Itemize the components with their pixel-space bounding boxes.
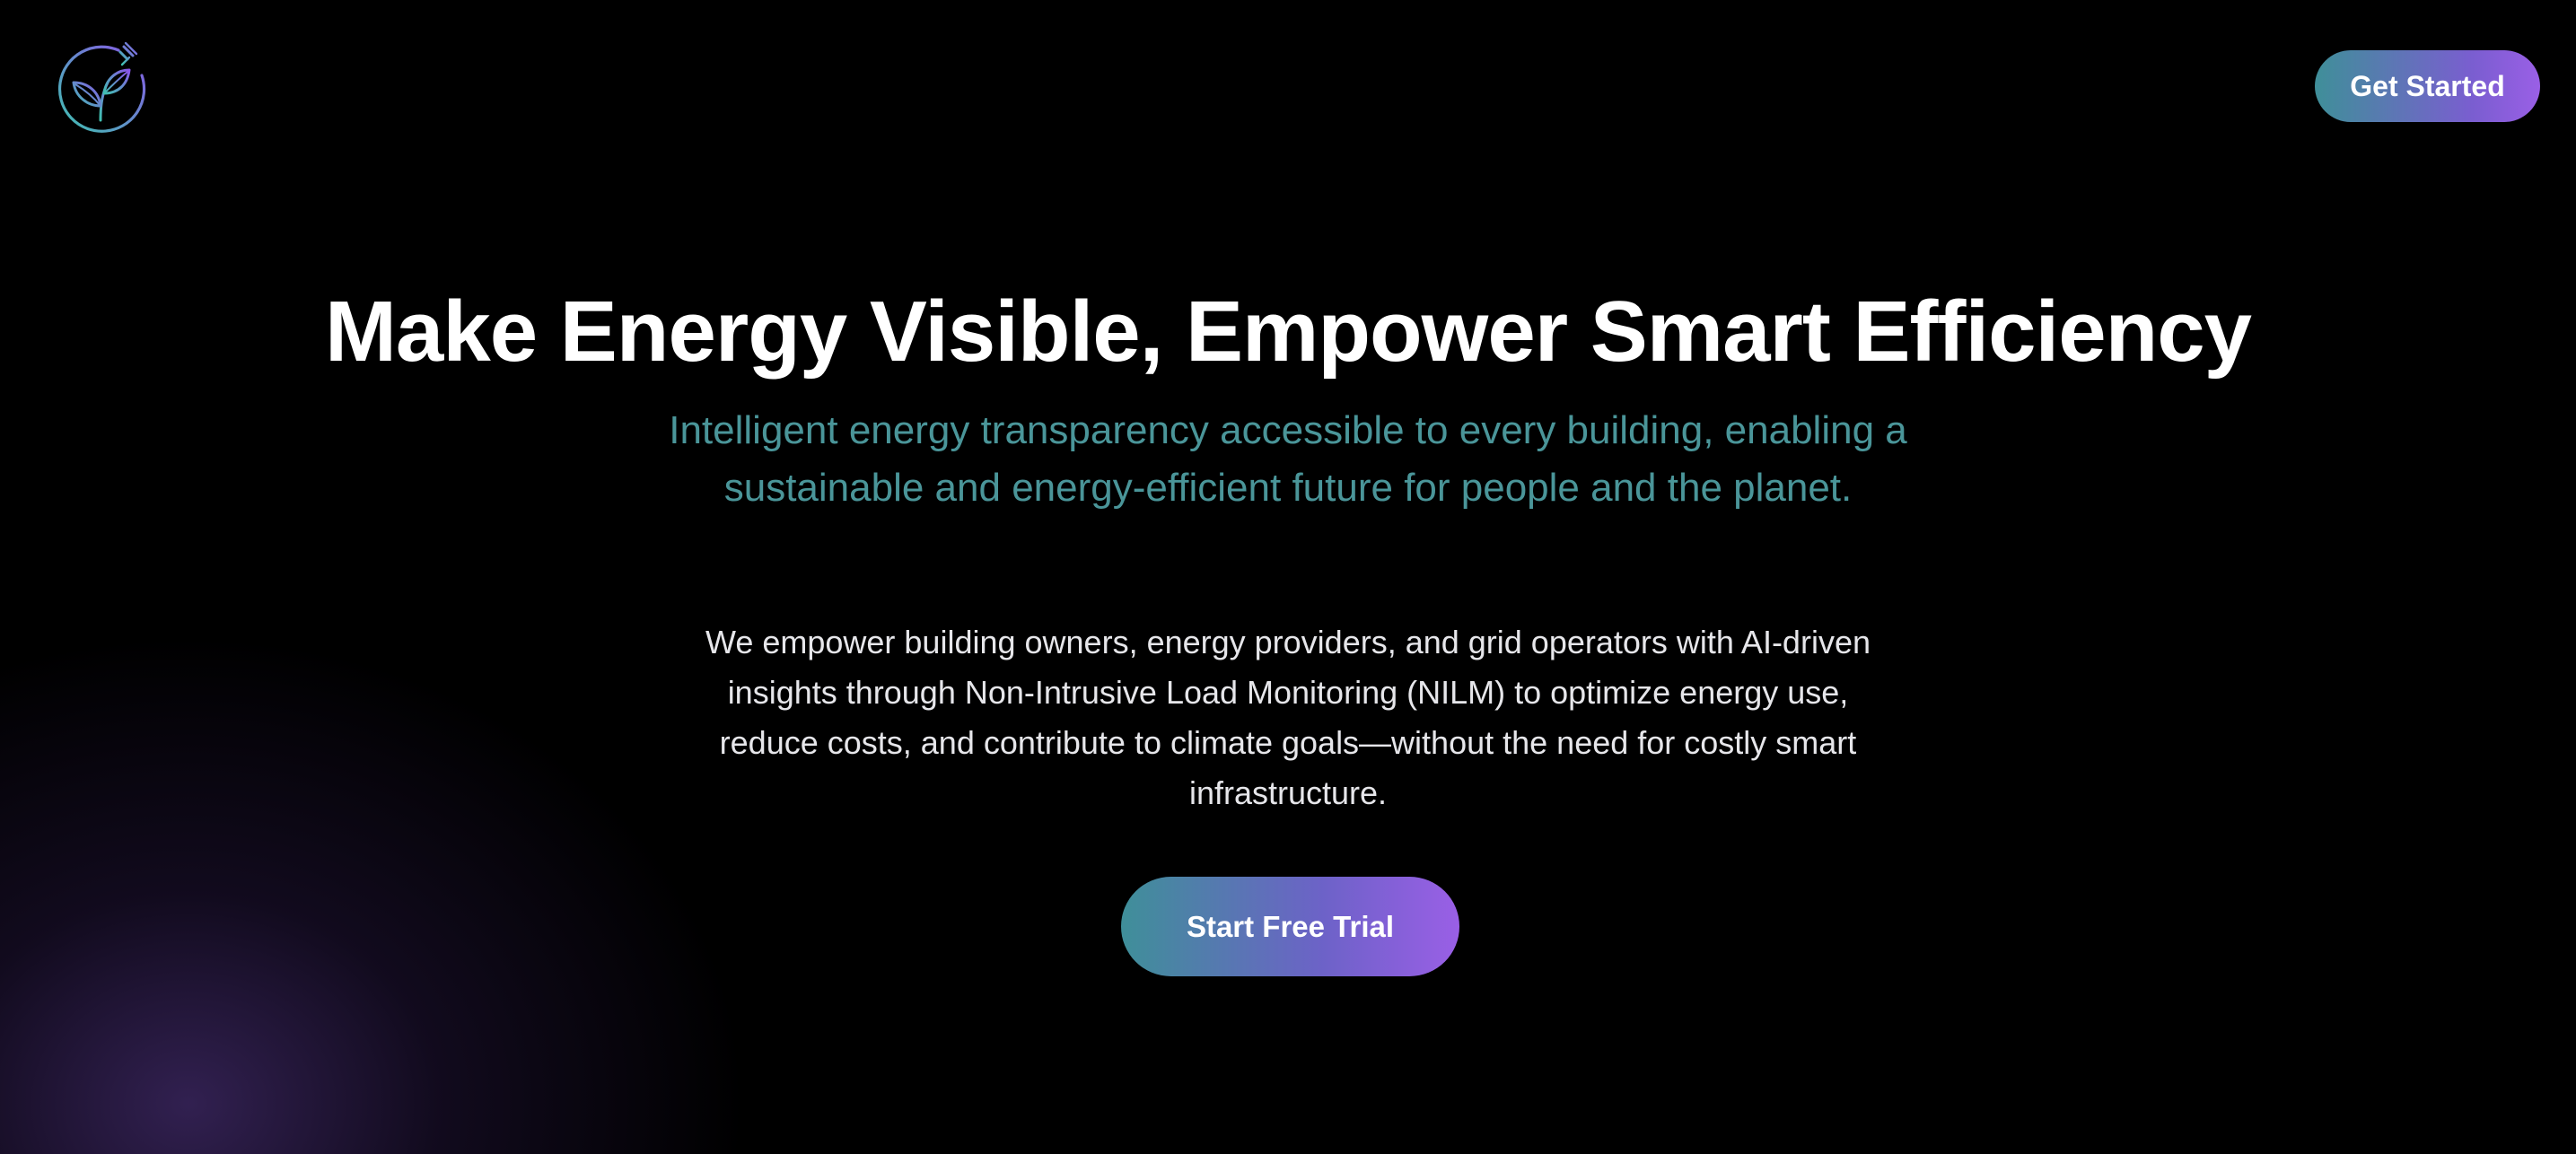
logo-svg [57,41,146,133]
landing-page: Get Started Make Energy Visible, Empower… [0,0,2576,1154]
hero-description: We empower building owners, energy provi… [705,624,1871,811]
hero-title: Make Energy Visible, Empower Smart Effic… [324,284,2252,380]
leaf-plug-icon[interactable] [52,39,151,138]
start-free-trial-button[interactable]: Start Free Trial [1121,877,1459,976]
hero-subtitle: Intelligent energy transparency accessib… [669,408,1907,510]
get-started-button[interactable]: Get Started [2315,50,2540,122]
